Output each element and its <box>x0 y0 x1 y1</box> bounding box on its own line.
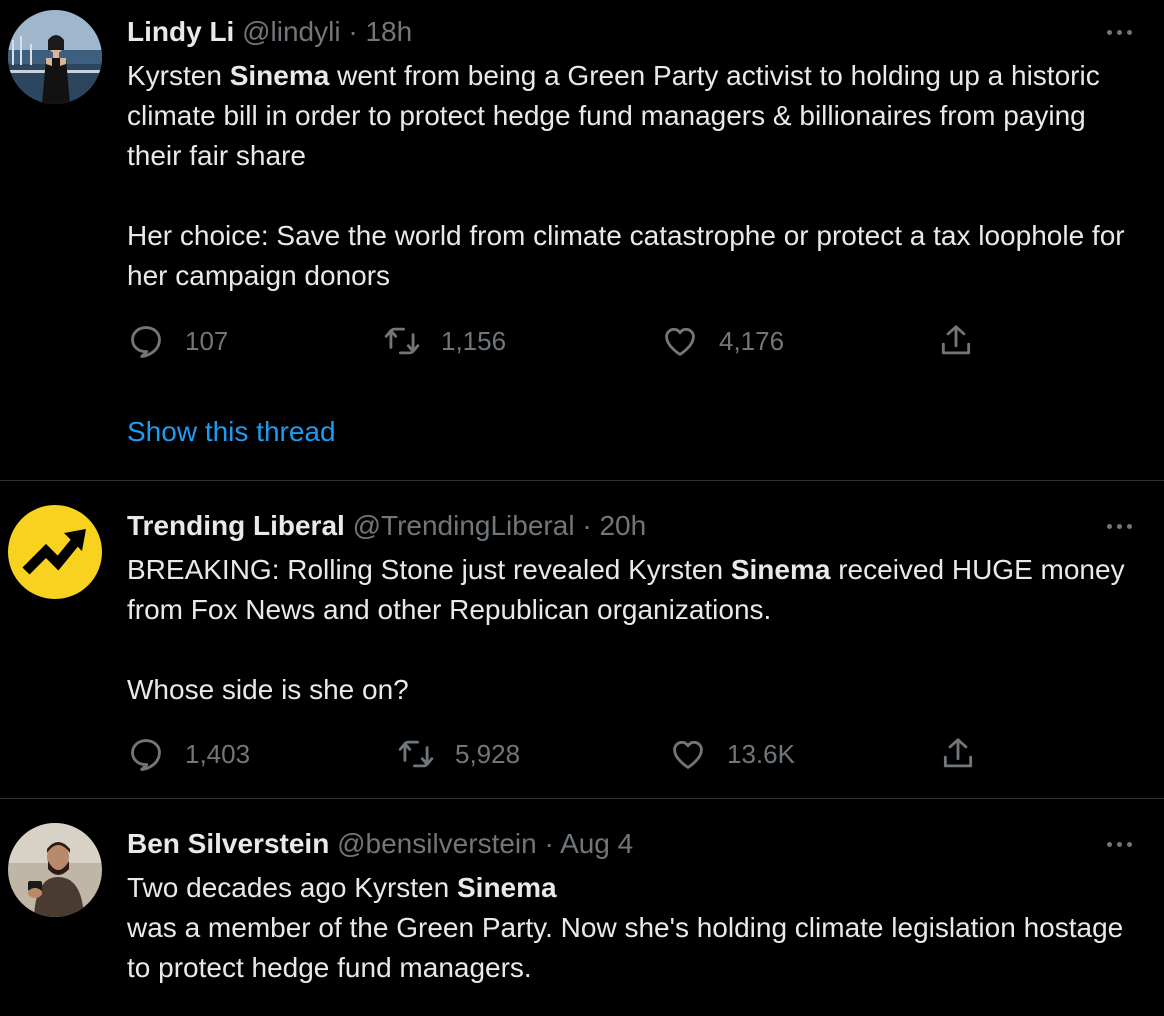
paragraph: Her choice: Save the world from climate … <box>127 220 1125 291</box>
separator-dot: · <box>582 510 592 541</box>
like-count: 13.6K <box>727 738 795 769</box>
paragraph: Kyrsten Sinema went from being a Green P… <box>127 60 1100 171</box>
paragraph: was a member of the Green Party. Now she… <box>127 912 1124 983</box>
paragraph: Two decades ago Kyrsten Sinema <box>127 872 557 903</box>
tweet-ben-silverstein[interactable]: Ben Silverstein @bensilverstein · Aug 4 … <box>0 799 1164 1016</box>
retweet-button[interactable]: 5,928 <box>397 734 520 774</box>
display-name[interactable]: Lindy Li <box>127 16 234 47</box>
tweet-trending-liberal[interactable]: Trending Liberal @TrendingLiberal · 20h … <box>0 481 1164 798</box>
avatar-lindy-li[interactable] <box>8 10 102 104</box>
retweet-arrows-icon <box>398 740 434 768</box>
avatar-ben-silverstein[interactable] <box>8 823 102 917</box>
display-name[interactable]: Ben Silverstein <box>127 828 329 859</box>
share-upload-icon <box>941 325 971 355</box>
tweet-feed: Lindy Li @lindyli · 18h Kyrsten Sinema w… <box>0 0 1164 1016</box>
share-button[interactable] <box>939 734 977 774</box>
retweet-count: 1,156 <box>441 325 507 356</box>
reply-count: 1,403 <box>185 738 251 769</box>
avatar-trending-liberal[interactable] <box>8 505 102 599</box>
user-handle[interactable]: @bensilverstein <box>337 828 537 859</box>
separator-dot: · <box>544 828 554 859</box>
reply-button[interactable]: 1,403 <box>127 734 250 774</box>
retweet-arrows-icon <box>384 327 420 355</box>
heart-icon <box>665 327 695 356</box>
timestamp[interactable]: 18h <box>365 16 412 47</box>
heart-icon <box>673 740 703 769</box>
tweet-header: Trending Liberal @TrendingLiberal · 20h <box>127 508 646 544</box>
more-dots-icon[interactable] <box>1102 834 1136 854</box>
user-handle[interactable]: @TrendingLiberal <box>353 510 575 541</box>
tweet-actions: 107 1,156 4,176 <box>127 321 987 361</box>
retweet-count: 5,928 <box>455 738 521 769</box>
reply-count: 107 <box>185 325 229 356</box>
tweet-text: BREAKING: Rolling Stone just revealed Ky… <box>127 550 1127 710</box>
separator-dot: · <box>348 16 358 47</box>
speech-bubble-icon <box>131 739 161 771</box>
timestamp[interactable]: Aug 4 <box>560 828 633 859</box>
tweet-actions: 1,403 5,928 13.6K <box>127 734 987 774</box>
retweet-button[interactable]: 1,156 <box>383 321 506 361</box>
show-thread-link[interactable]: Show this thread <box>127 414 336 450</box>
tweet-text: Two decades ago Kyrsten Sinema was a mem… <box>127 868 1127 988</box>
display-name[interactable]: Trending Liberal <box>127 510 345 541</box>
share-upload-icon <box>943 738 973 768</box>
timestamp[interactable]: 20h <box>599 510 646 541</box>
tweet-text: Kyrsten Sinema went from being a Green P… <box>127 56 1127 296</box>
like-button[interactable]: 4,176 <box>661 321 784 361</box>
reply-button[interactable]: 107 <box>127 321 228 361</box>
trending-arrow-icon <box>22 529 86 575</box>
more-dots-icon[interactable] <box>1102 516 1136 536</box>
like-count: 4,176 <box>719 325 785 356</box>
share-button[interactable] <box>937 321 975 361</box>
user-handle[interactable]: @lindyli <box>242 16 340 47</box>
paragraph: Whose side is she on? <box>127 674 409 705</box>
tweet-lindy-li[interactable]: Lindy Li @lindyli · 18h Kyrsten Sinema w… <box>0 0 1164 480</box>
paragraph: BREAKING: Rolling Stone just revealed Ky… <box>127 554 1125 625</box>
tweet-header: Ben Silverstein @bensilverstein · Aug 4 <box>127 826 633 862</box>
like-button[interactable]: 13.6K <box>669 734 795 774</box>
speech-bubble-icon <box>131 326 161 358</box>
tweet-header: Lindy Li @lindyli · 18h <box>127 14 412 50</box>
more-dots-icon[interactable] <box>1102 22 1136 42</box>
